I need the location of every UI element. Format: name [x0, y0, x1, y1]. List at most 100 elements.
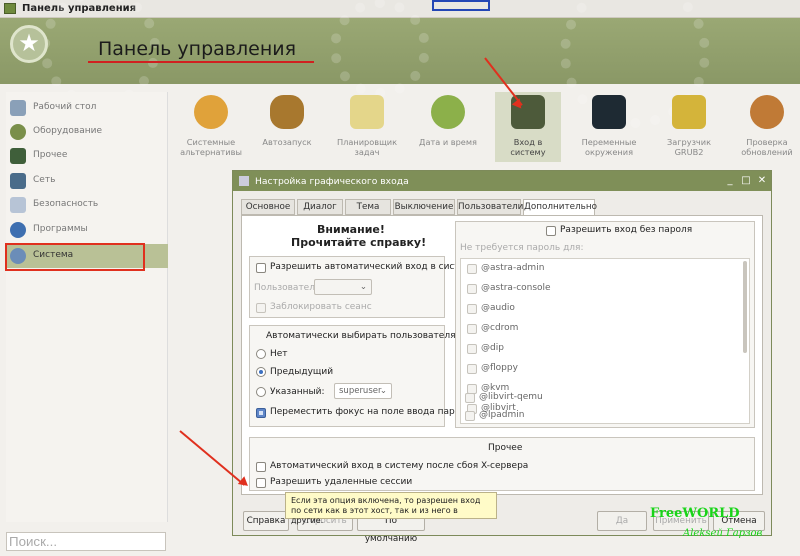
autologin-checkbox[interactable] [256, 263, 266, 273]
app-environment[interactable]: Переменные окружения [576, 92, 642, 162]
sidebar-item-hardware[interactable]: Оборудование [6, 120, 168, 144]
runner-icon [270, 95, 304, 129]
app-label: Переменные окружения [581, 137, 637, 157]
group-checkbox[interactable] [467, 284, 477, 294]
tab-theme[interactable]: Тема [345, 199, 391, 215]
tab-advanced[interactable]: Дополнительно [523, 199, 597, 216]
xserver-autologin-label: Автоматический вход в систему после сбоя… [270, 461, 529, 471]
app-scheduler[interactable]: Планировщик задач [334, 92, 400, 162]
radio-specified-label: Указанный: [270, 387, 325, 397]
app-label: Загрузчик GRUB2 [666, 137, 712, 157]
xserver-autologin-checkbox[interactable] [256, 462, 266, 472]
search-input[interactable] [6, 532, 166, 551]
other-group: Прочее Автоматический вход в систему пос… [249, 437, 755, 491]
maximize-icon[interactable]: □ [739, 174, 753, 188]
annotation-underline [88, 61, 314, 63]
dialog-title: Настройка графического входа [255, 176, 409, 187]
banner-title: Панель управления [98, 38, 297, 60]
tab-dialog[interactable]: Диалог [297, 199, 343, 215]
app-system-alternatives[interactable]: Системные альтернативы [178, 92, 244, 162]
sidebar-item-security[interactable]: Безопасность [6, 193, 168, 217]
autoselect-title: Автоматически выбирать пользователя [266, 331, 456, 341]
app-date-time[interactable]: Дата и время [415, 92, 481, 162]
app-login[interactable]: Вход в систему [495, 92, 561, 162]
minimize-icon[interactable]: _ [723, 174, 737, 188]
app-label: Вход в систему [510, 137, 546, 157]
focus-password-checkbox[interactable] [256, 408, 266, 418]
lock-session-checkbox[interactable] [256, 303, 266, 313]
autologin-label: Разрешить автоматический вход в систему [270, 262, 478, 272]
app-label: Планировщик задач [336, 137, 398, 157]
specified-user-select[interactable]: superuser ⌄ [334, 383, 392, 399]
close-icon[interactable]: ✕ [755, 174, 769, 188]
calendar-clock-icon [431, 95, 465, 129]
dialog-icon [239, 176, 249, 186]
tooltip: Если эта опция включена, то разрешен вхо… [285, 492, 497, 525]
user-select[interactable]: ⌄ [314, 279, 372, 295]
list-item: @astra-admin [481, 263, 545, 273]
sidebar-item-programs[interactable]: Программы [6, 218, 168, 242]
terminal-icon [592, 95, 626, 129]
group-checkbox[interactable] [465, 393, 475, 403]
app-icon [4, 3, 16, 14]
list-scrollbar[interactable] [743, 261, 747, 353]
app-updates[interactable]: Проверка обновлений [734, 92, 800, 162]
login-settings-dialog: Настройка графического входа _ □ ✕ Основ… [232, 170, 772, 544]
app-label: Проверка обновлений [741, 137, 793, 157]
clock-icon [350, 95, 384, 129]
app-label: Системные альтернативы [180, 137, 242, 157]
radio-previous-label: Предыдущий [270, 367, 334, 377]
lock-icon [10, 197, 26, 213]
remote-sessions-checkbox[interactable] [256, 478, 266, 488]
app-label: Дата и время [419, 137, 477, 147]
group-checkbox[interactable] [467, 304, 477, 314]
list-item: @floppy [481, 363, 518, 373]
app-autostart[interactable]: Автозапуск [254, 92, 320, 162]
specified-user-value: superuser [339, 386, 382, 396]
programs-icon [10, 222, 26, 238]
sidebar-item-desktop[interactable]: Рабочий стол [6, 96, 168, 120]
watermark-sub: Alekseй Гарзов [683, 528, 763, 539]
other-title: Прочее [488, 443, 523, 453]
group-checkbox[interactable] [467, 264, 477, 274]
tab-shutdown[interactable]: Выключение [393, 199, 455, 215]
sidebar-item-other[interactable]: Прочее [6, 144, 168, 168]
sidebar-item-label: Прочее [33, 150, 68, 160]
app-grub[interactable]: Загрузчик GRUB2 [656, 92, 722, 162]
sidebar-item-network[interactable]: Сеть [6, 169, 168, 193]
list-item: @cdrom [481, 323, 519, 333]
decorative-gear-icon [330, 0, 430, 98]
watermark: FreeWORLD [650, 506, 740, 521]
list-item: @audio [481, 303, 515, 313]
sidebar-item-label: Сеть [33, 175, 56, 185]
radio-previous[interactable] [256, 367, 266, 377]
focus-password-label: Переместить фокус на поле ввода пароля [270, 407, 472, 417]
update-package-icon [750, 95, 784, 129]
warning-subtitle: Прочитайте справку! [291, 236, 427, 249]
dialog-titlebar: Настройка графического входа _ □ ✕ [233, 171, 771, 191]
tab-main[interactable]: Основное [241, 199, 295, 215]
autologin-group: Разрешить автоматический вход в систему … [249, 256, 477, 318]
control-panel-logo-icon: ★ [10, 25, 48, 63]
nopass-sublabel: Не требуется пароль для: [460, 243, 584, 253]
user-label: Пользователь: [254, 283, 324, 293]
nopass-checkbox[interactable] [546, 226, 556, 236]
network-icon [10, 173, 26, 189]
chevron-down-icon: ⌄ [379, 386, 387, 396]
autoselect-group: Автоматически выбирать пользователя Нет … [249, 325, 471, 427]
radio-specified[interactable] [256, 387, 266, 397]
sidebar-item-label: Рабочий стол [33, 102, 97, 112]
lock-session-label: Заблокировать сеанс [270, 302, 372, 312]
group-checkbox[interactable] [467, 344, 477, 354]
list-item: @lpadmin [479, 410, 525, 420]
ok-button[interactable]: Да [597, 511, 647, 531]
help-button[interactable]: Справка [243, 511, 289, 531]
app-label: Автозапуск [262, 137, 312, 147]
group-checkbox[interactable] [467, 324, 477, 334]
annotation-highlight-box [5, 243, 145, 271]
group-checkbox[interactable] [465, 411, 475, 421]
group-checkbox[interactable] [467, 364, 477, 374]
tab-users[interactable]: Пользователи [457, 199, 523, 215]
radio-none[interactable] [256, 349, 266, 359]
radio-none-label: Нет [270, 349, 288, 359]
